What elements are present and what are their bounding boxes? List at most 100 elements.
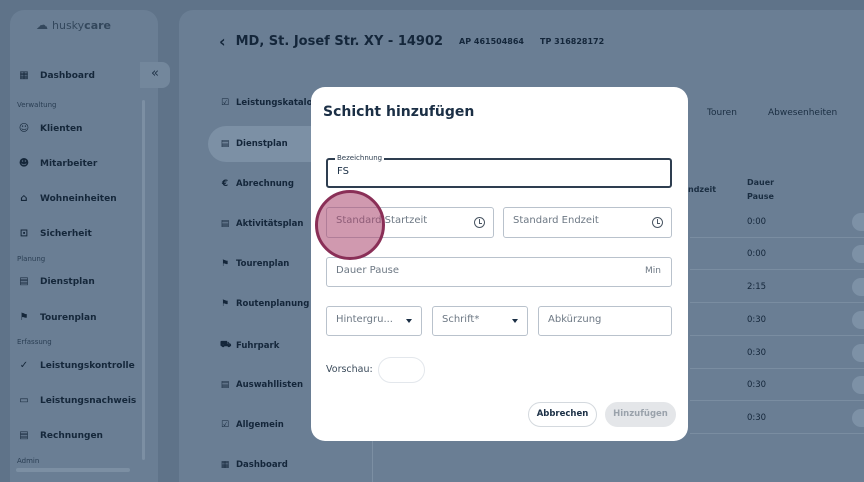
row-action-button[interactable] [852,311,864,329]
cancel-button[interactable]: Abbrechen [528,402,597,427]
employee-icon: ☻ [18,158,30,169]
sidebar-section-admin: Admin [17,457,40,465]
subnav-item-routenplanung[interactable]: ⚑ Routenplanung [220,299,309,309]
sidebar-scrollbar[interactable] [142,100,145,460]
tab-touren[interactable]: Touren [707,108,737,118]
pause-unit-suffix: Min [645,266,661,276]
preview-chip [378,357,425,383]
sidebar-item-leistungsnachweis[interactable]: ▭ Leistungsnachweis [18,395,136,407]
subnav-item-label: Abrechnung [236,179,294,189]
subnav-item-tourenplan[interactable]: ⚑ Tourenplan [220,259,289,269]
row-action-button[interactable] [852,278,864,296]
pause-duration-field[interactable]: Dauer Pause Min [326,257,672,287]
subnav-item-leistungskatalog[interactable]: ☑ Leistungskatalog [220,98,319,108]
tp-number: TP 316828172 [539,37,605,46]
subnav-item-label: Allgemein [236,420,284,430]
subnav-item-label: Dienstplan [236,139,288,149]
sidebar-item-sicherheit[interactable]: ⊡ Sicherheit [18,228,92,240]
flag-icon: ⚑ [19,312,29,323]
list-check-icon: ☑ [220,98,230,108]
app-logo: ☁ husky care [36,18,111,32]
sidebar-item-leistungskontrolle[interactable]: ✓ Leistungskontrolle [18,360,135,372]
column-header-pause: Pause [747,192,774,201]
row-pause-value: 0:30 [747,413,767,423]
preview-label: Vorschau: [326,364,373,375]
clock-icon[interactable] [474,217,485,228]
subnav-item-label: Fuhrpark [236,340,280,351]
calendar-icon: ▤ [220,380,230,390]
table-row[interactable] [690,337,864,369]
font-select[interactable]: Schrift* [432,306,528,336]
sidebar-collapse-button[interactable]: « [140,62,170,88]
bezeichnung-label: Bezeichnung [335,154,385,162]
flag-icon: ⚑ [220,299,230,309]
table-row[interactable] [690,206,864,238]
tab-abwesenheiten[interactable]: Abwesenheiten [768,108,837,118]
dashboard-icon: ▦ [19,70,29,81]
housing-icon: ⌂ [20,193,28,204]
row-action-button[interactable] [852,376,864,394]
clock-icon[interactable] [652,217,663,228]
sidebar-item-dashboard[interactable]: ▦ Dashboard [18,70,95,82]
sidebar-section-erfassung: Erfassung [17,338,52,346]
row-action-button[interactable] [852,245,864,263]
car-icon: ⛟ [220,340,232,350]
table-row[interactable] [690,402,864,434]
subnav-item-label: Leistungskatalog [236,98,319,108]
bezeichnung-value: FS [337,166,349,177]
end-time-field[interactable]: Standard Endzeit [503,207,672,238]
sidebar-bottom-item[interactable] [16,468,130,472]
add-button[interactable]: Hinzufügen [605,402,676,427]
table-row[interactable] [690,271,864,303]
sidebar-item-label: Dienstplan [40,277,95,287]
euro-icon: € [221,179,229,189]
sidebar-item-tourenplan[interactable]: ⚑ Tourenplan [18,312,97,324]
ap-number: AP 461504864 [459,37,524,46]
abbreviation-field[interactable]: Abkürzung [538,306,672,336]
row-pause-value: 0:00 [747,249,767,259]
sidebar-item-dienstplan[interactable]: ▤ Dienstplan [18,276,95,288]
subnav-item-fuhrpark[interactable]: ⛟ Fuhrpark [220,340,279,351]
row-pause-value: 0:30 [747,315,767,325]
bezeichnung-field[interactable]: Bezeichnung FS [326,154,672,188]
row-action-button[interactable] [852,344,864,362]
subnav-item-label: Tourenplan [236,259,290,269]
table-row[interactable] [690,304,864,336]
subnav-item-dienstplan[interactable]: ▤ Dienstplan [220,139,288,149]
sidebar-item-label: Wohneinheiten [40,194,117,204]
row-pause-value: 0:00 [747,217,767,227]
subnav-item-label: Routenplanung [236,299,310,309]
column-header-dauer: Dauer [747,178,775,187]
subnav-item-label: Dashboard [236,460,288,470]
logo-mark-icon: ☁ [36,18,48,32]
lock-icon: ⊡ [19,228,29,239]
logo-text-light: husky [52,18,85,32]
sidebar-item-klienten[interactable]: ☺ Klienten [18,123,83,135]
subnav-item-allgemein[interactable]: ☑ Allgemein [220,420,284,430]
calendar-icon: ▤ [19,276,29,287]
row-action-button[interactable] [852,409,864,427]
sidebar-item-label: Tourenplan [40,313,97,323]
table-row[interactable] [690,238,864,270]
back-arrow-icon[interactable]: ‹ [219,32,226,51]
subnav-item-dashboard[interactable]: ▦ Dashboard [220,460,288,470]
subnav-item-label: Aktivitätsplan [236,219,304,229]
row-pause-value: 2:15 [747,282,767,292]
chevron-down-icon [406,319,412,323]
sidebar-item-mitarbeiter[interactable]: ☻ Mitarbeiter [18,158,98,170]
sidebar-item-rechnungen[interactable]: ▤ Rechnungen [18,430,103,442]
clients-icon: ☺ [18,123,30,134]
subnav-item-auswahllisten[interactable]: ▤ Auswahllisten [220,380,303,390]
column-header-endzeit: ndzeit [688,185,717,194]
subnav-item-abrechnung[interactable]: € Abrechnung [220,179,294,189]
subnav-item-aktivitaetsplan[interactable]: ▤ Aktivitätsplan [220,219,304,229]
row-action-button[interactable] [852,213,864,231]
sidebar-item-label: Dashboard [40,71,95,81]
background-color-select[interactable]: Hintergru... [326,306,422,336]
sidebar-item-wohneinheiten[interactable]: ⌂ Wohneinheiten [18,193,117,205]
sidebar-section-planung: Planung [17,255,46,263]
table-row[interactable] [690,369,864,401]
dashboard-icon: ▦ [220,460,230,470]
document-icon: ▭ [19,395,29,406]
check-circle-icon: ✓ [19,360,29,371]
